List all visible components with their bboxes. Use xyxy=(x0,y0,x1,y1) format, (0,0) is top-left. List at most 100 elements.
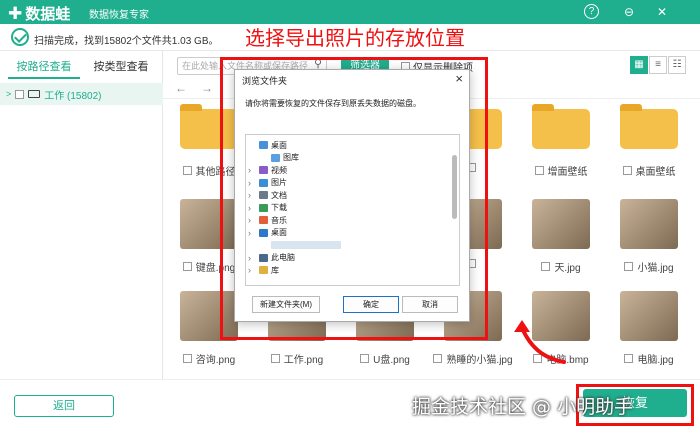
folder-tree-label: 图库 xyxy=(283,153,299,162)
folder-icon xyxy=(271,153,280,162)
file-checkbox[interactable] xyxy=(624,262,634,271)
photo-thumbnail[interactable] xyxy=(620,199,678,249)
folder-tree-label: 此电脑 xyxy=(271,253,295,262)
grid-view-icon[interactable]: ▦ xyxy=(630,56,648,74)
folder-icon xyxy=(259,228,268,237)
file-name: 咨询.png xyxy=(195,355,236,366)
footer: 返回 恢复 掘金技术社区 @ 小明助手 xyxy=(0,379,700,426)
sidebar-item-work[interactable]: > 工作 (15802) xyxy=(0,83,163,105)
file-tile-label: 增面壁纸 xyxy=(521,163,601,178)
file-checkbox[interactable] xyxy=(270,354,280,363)
callout-arrow-icon xyxy=(514,320,566,364)
chevron-right-icon[interactable]: › xyxy=(248,228,256,238)
file-tile-label: 桌面壁纸 xyxy=(609,163,689,178)
new-folder-button[interactable]: 新建文件夹(M) xyxy=(252,296,320,313)
file-name: U盘.png xyxy=(373,355,410,366)
chevron-right-icon[interactable]: › xyxy=(248,165,256,175)
chevron-right-icon[interactable]: › xyxy=(248,265,256,275)
chevron-right-icon[interactable]: › xyxy=(248,190,256,200)
folder-icon xyxy=(259,191,268,199)
folder-tree-node[interactable]: › 库 xyxy=(248,264,279,276)
file-checkbox[interactable] xyxy=(624,354,634,363)
folder-tree-label: 文档 xyxy=(271,190,287,200)
check-circle-icon xyxy=(11,28,29,46)
folder-icon[interactable] xyxy=(620,104,678,149)
file-tile[interactable]: 增面壁纸 xyxy=(521,99,601,195)
tree-checkbox[interactable] xyxy=(15,89,25,99)
file-tile-label: 熟睡的小猫.jpg xyxy=(433,351,513,366)
file-tile[interactable]: 电脑.jpg xyxy=(609,287,689,383)
chevron-right-icon[interactable]: › xyxy=(248,178,256,188)
forward-arrow-icon[interactable]: → xyxy=(201,81,213,95)
chevron-right-icon[interactable]: › xyxy=(248,215,256,225)
tab-by-type[interactable]: 按类型查看 xyxy=(86,51,156,79)
folder-tree-node[interactable]: › 下载 xyxy=(248,202,287,214)
back-button[interactable]: 返回 xyxy=(14,395,114,417)
folder-tree-node[interactable]: 图库 xyxy=(260,152,299,164)
app-logo: ✚ 数据蛙 xyxy=(8,3,70,24)
file-tile[interactable]: 桌面壁纸 xyxy=(609,99,689,195)
tab-by-path[interactable]: 按路径查看 xyxy=(8,51,80,79)
folder-tree[interactable]: 桌面 图库 › 视频 › 图片 › 文档 › 下载 › 音乐 › 桌面 › 此电脑 › 库 xyxy=(245,134,460,286)
folder-tree-node[interactable]: › 此电脑 xyxy=(248,252,295,264)
folder-tree-node[interactable]: › 文档 xyxy=(248,189,287,201)
chevron-right-icon[interactable]: › xyxy=(248,203,256,213)
folder-tree-node[interactable]: › 图片 xyxy=(248,177,287,189)
folder-icon xyxy=(259,141,268,149)
file-checkbox[interactable] xyxy=(622,166,632,175)
expand-icon[interactable]: > xyxy=(6,89,11,99)
folder-tree-label: 桌面 xyxy=(271,140,287,150)
watermark: 掘金技术社区 @ 小明助手 xyxy=(412,396,634,418)
browse-folder-dialog: 浏览文件夹 × 请你将需要恢复的文件保存到原丢失数据的磁盘。 桌面 图库 › 视频 › 图… xyxy=(234,69,470,322)
back-arrow-icon[interactable]: ← xyxy=(175,81,187,95)
file-tile-label: 电脑.jpg xyxy=(609,351,689,366)
file-tile-label: 天.jpg xyxy=(521,259,601,274)
file-checkbox[interactable] xyxy=(433,354,443,363)
folder-tree-label: 下载 xyxy=(271,203,287,212)
app-logo-icon: ✚ xyxy=(8,4,23,23)
tree-scrollbar[interactable] xyxy=(452,155,457,219)
folder-icon xyxy=(259,266,268,274)
folder-tree-label: 桌面 xyxy=(271,228,287,237)
dialog-close-icon[interactable]: × xyxy=(455,71,463,86)
folder-icon xyxy=(259,203,268,212)
file-checkbox[interactable] xyxy=(360,354,370,363)
file-tile-label: 小猫.jpg xyxy=(609,259,689,274)
photo-thumbnail[interactable] xyxy=(620,291,678,341)
detail-view-icon[interactable]: ☷ xyxy=(668,56,686,74)
file-name: 熟睡的小猫.jpg xyxy=(446,355,513,366)
chevron-right-icon[interactable]: › xyxy=(248,253,256,263)
folder-tree-node[interactable]: › 视频 xyxy=(248,164,287,176)
folder-tree-node[interactable]: › 音乐 xyxy=(248,214,287,226)
folder-icon[interactable] xyxy=(532,104,590,149)
folder-tree-node[interactable]: 桌面 xyxy=(248,139,287,151)
file-checkbox[interactable] xyxy=(182,354,192,363)
file-name: 小猫.jpg xyxy=(637,263,674,274)
drive-icon xyxy=(28,90,41,98)
sidebar: 按路径查看 按类型查看 > 工作 (15802) xyxy=(0,51,163,379)
help-icon[interactable]: ? xyxy=(584,4,599,19)
file-checkbox[interactable] xyxy=(182,166,192,175)
file-tile-label: U盘.png xyxy=(345,351,425,366)
folder-icon xyxy=(259,216,268,224)
photo-thumbnail[interactable] xyxy=(532,199,590,249)
cancel-button[interactable]: 取消 xyxy=(402,296,458,313)
file-checkbox[interactable] xyxy=(534,166,544,175)
dialog-prompt: 请你将需要恢复的文件保存到原丢失数据的磁盘。 xyxy=(245,99,421,108)
file-name: 电脑.jpg xyxy=(637,355,674,366)
file-tile[interactable]: 天.jpg xyxy=(521,195,601,291)
file-tile[interactable]: 小猫.jpg xyxy=(609,195,689,291)
file-checkbox[interactable] xyxy=(182,262,192,271)
file-tile-label: 咨询.png xyxy=(169,351,249,366)
app-subtitle: 数据恢复专家 xyxy=(89,10,149,21)
ok-button[interactable]: 确定 xyxy=(343,296,399,313)
file-name: 桌面壁纸 xyxy=(635,167,676,178)
list-view-icon[interactable]: ≡ xyxy=(649,56,667,74)
close-icon[interactable]: ✕ xyxy=(653,3,671,21)
file-checkbox[interactable] xyxy=(541,262,551,271)
minimize-icon[interactable]: ⊖ xyxy=(620,3,638,21)
folder-tree-node[interactable]: › 桌面 xyxy=(248,227,287,239)
folder-tree-label: 音乐 xyxy=(271,215,287,225)
folder-tree-node[interactable] xyxy=(260,239,344,251)
dialog-title: 浏览文件夹 xyxy=(242,76,288,86)
